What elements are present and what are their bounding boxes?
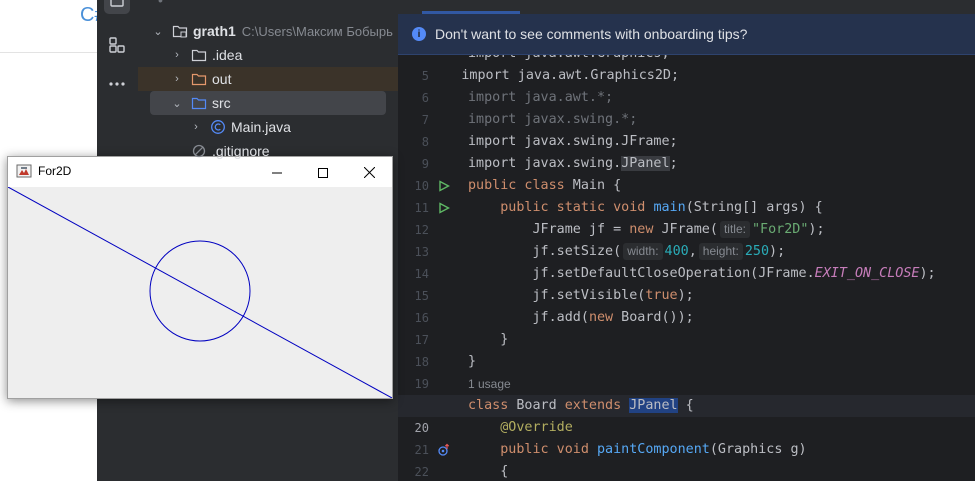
board-drawing — [7, 186, 393, 399]
chevron-right-icon[interactable]: › — [171, 49, 183, 61]
code-line[interactable]: 12 public static void main(String[] args… — [398, 197, 975, 237]
info-icon: i — [412, 27, 426, 41]
folder-icon — [191, 47, 207, 63]
root-path: C:\Users\Максим Бобырь — [241, 23, 393, 39]
editor-tabs — [398, 0, 975, 14]
window-title-bar[interactable]: For2D — [8, 157, 392, 187]
source-folder-icon — [191, 95, 207, 111]
code-line[interactable]: 13 JFrame jf = new JFrame(title: "For2D")… — [398, 219, 975, 259]
more-tools-icon[interactable] — [104, 71, 130, 97]
tree-item-label: Main.java — [231, 119, 291, 135]
tree-item-src[interactable]: ⌄ src — [138, 91, 398, 115]
tree-item-idea[interactable]: › .idea — [138, 43, 398, 67]
for2d-window[interactable]: For2D — [7, 156, 393, 399]
code-line[interactable]: 18 } — [398, 329, 975, 369]
code-editor[interactable]: i Don't want to see comments with onboar… — [398, 0, 975, 481]
project-tool-icon[interactable] — [104, 0, 130, 14]
browser-top-bar: C# — [0, 0, 106, 53]
maximize-button[interactable] — [300, 157, 346, 187]
tree-item-label: out — [212, 71, 232, 87]
code-line[interactable]: 8 import javax.swing.*; — [398, 109, 975, 149]
banner-message: Don't want to see comments with onboardi… — [435, 26, 748, 42]
tree-item-label: .gitignore — [212, 143, 270, 159]
code-line[interactable]: 15 jf.setDefaultCloseOperation(JFrame.EX… — [398, 263, 975, 303]
chevron-right-icon[interactable]: › — [190, 121, 202, 133]
parameter-hint: height: — [698, 243, 743, 260]
code-line[interactable]: 23 { — [398, 461, 975, 481]
code-line[interactable]: 16 jf.setVisible(true); — [398, 285, 975, 325]
tree-item-label: src — [212, 95, 231, 111]
module-folder-icon — [172, 23, 188, 39]
tree-item-out[interactable]: › out — [138, 67, 398, 91]
board-panel — [7, 186, 393, 399]
tree-item-main-java[interactable]: › Main.java — [138, 115, 398, 139]
code-line[interactable]: 6 importimport java.awt.Graphics2D; — [398, 65, 975, 105]
circle-shape — [149, 240, 251, 342]
parameter-hint: title: — [719, 221, 750, 238]
usage-hint[interactable]: 1 usage — [468, 374, 668, 394]
code-line[interactable]: 19 } — [398, 351, 975, 391]
selection-highlight — [150, 91, 386, 115]
root-name: grath1 — [193, 23, 236, 39]
code-line[interactable]: 14 jf.setSize(width: 400, height: 250); — [398, 241, 975, 281]
java-class-icon — [210, 119, 226, 135]
excluded-folder-icon — [191, 71, 207, 87]
code-line[interactable]: 9 import javax.swing.JFrame; — [398, 131, 975, 171]
diagonal-line — [7, 186, 393, 399]
chevron-down-icon[interactable]: ⌄ — [152, 25, 164, 38]
java-app-icon — [16, 164, 32, 178]
onboarding-banner-overlay: i Don't want to see comments with onboar… — [398, 14, 975, 55]
code-line[interactable]: 22 public void paintComponent(Graphics g… — [398, 439, 975, 479]
chevron-right-icon[interactable]: › — [171, 73, 183, 85]
run-icon[interactable] — [434, 197, 454, 219]
code-line[interactable]: 11 public class Main { — [398, 175, 975, 215]
maximize-icon — [318, 163, 328, 182]
override-method-icon[interactable] — [434, 439, 454, 461]
parameter-hint: width: — [623, 243, 663, 260]
minimize-icon — [272, 163, 282, 182]
close-button[interactable] — [346, 157, 392, 187]
chevron-down-icon[interactable]: ⌄ — [171, 97, 183, 110]
code-line[interactable]: 7 import java.awt.*; — [398, 87, 975, 127]
window-title: For2D — [38, 164, 72, 178]
tree-item-label: .idea — [212, 47, 243, 63]
code-line[interactable]: 21 @Override — [398, 417, 975, 457]
code-line-current[interactable]: 20 class Board extends JPanel { — [398, 395, 975, 435]
code-line[interactable]: 17 jf.add(new Board()); — [398, 307, 975, 347]
minimize-button[interactable] — [254, 157, 300, 187]
tree-item-root[interactable]: ⌄ grath1 C:\Users\Максим Бобырь — [138, 19, 398, 43]
tree-row-top-partial: • — [158, 0, 163, 8]
close-icon — [363, 163, 375, 182]
ignore-file-icon — [191, 143, 207, 159]
run-icon[interactable] — [434, 175, 454, 197]
code-line[interactable]: 10 import javax.swing.JPanel; — [398, 153, 975, 193]
structure-tool-icon[interactable] — [104, 32, 130, 58]
